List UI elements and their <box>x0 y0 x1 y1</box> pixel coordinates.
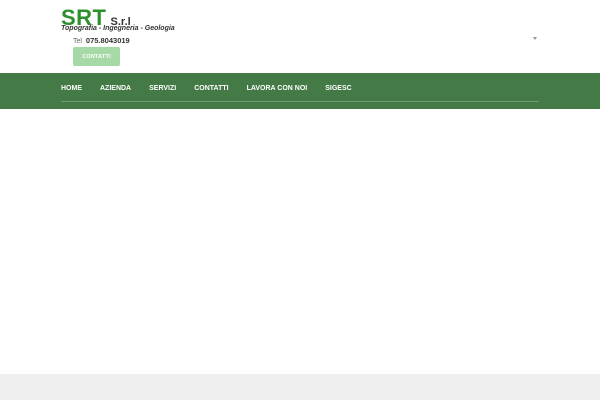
nav-item-contatti[interactable]: CONTATTI <box>194 85 228 92</box>
site-header: SRT S.r.l Topografia - Ingegneria - Geolo… <box>0 0 600 73</box>
nav-item-servizi[interactable]: SERVIZI <box>149 85 176 92</box>
main-content <box>0 109 600 374</box>
nav-item-lavora-con-noi[interactable]: LAVORA CON NOI <box>247 85 308 92</box>
chevron-down-icon[interactable] <box>533 37 537 40</box>
phone-number[interactable]: 075.8043019 <box>86 36 130 45</box>
nav-menu: HOME AZIENDA SERVIZI CONTATTI LAVORA CON… <box>61 85 370 92</box>
nav-item-azienda[interactable]: AZIENDA <box>100 85 131 92</box>
nav-item-sigesc[interactable]: SIGESC <box>325 85 351 92</box>
phone-label: Tel <box>73 38 82 45</box>
nav-divider <box>61 101 539 102</box>
nav-item-home[interactable]: HOME <box>61 85 82 92</box>
main-navigation: HOME AZIENDA SERVIZI CONTATTI LAVORA CON… <box>0 73 600 109</box>
phone-info: Tel 075.8043019 <box>73 36 130 45</box>
logo-tagline: Topografia - Ingegneria - Geologia <box>61 25 175 32</box>
contact-button[interactable]: CONTATTI <box>73 47 120 66</box>
footer-band <box>0 374 600 400</box>
